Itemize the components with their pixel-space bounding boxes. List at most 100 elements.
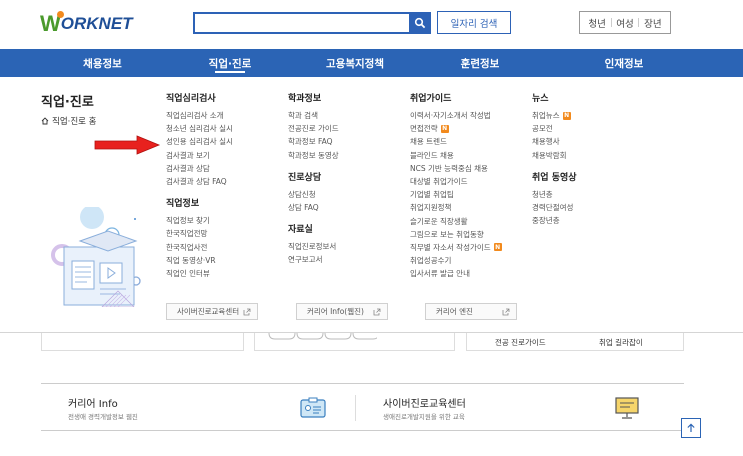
menu-link[interactable]: 취업뉴스 N [532, 109, 577, 122]
link-cyber-career-center[interactable]: 사이버진로교육센터 [166, 303, 258, 320]
main-nav: 채용정보 직업·진로 고용복지정책 훈련정보 인재정보 [0, 49, 743, 77]
menu-link[interactable]: 기업별 취업팁 [410, 188, 502, 201]
audience-selector: 청년 여성 장년 [579, 11, 671, 34]
menu-link[interactable]: 검사결과 상담 FAQ [166, 175, 233, 188]
nav-item-jobs[interactable]: 채용정보 [0, 49, 205, 77]
menu-link[interactable]: 직업인 인터뷰 [166, 267, 233, 280]
shortcut-strip [41, 383, 684, 431]
group-title-job-video[interactable]: 취업 동영상 [532, 170, 577, 183]
menu-link[interactable]: 검사결과 보기 [166, 149, 233, 162]
group-title-counseling[interactable]: 진로상담 [288, 170, 339, 183]
worknet-logo[interactable]: W ORKNET [40, 11, 133, 36]
audience-senior[interactable]: 장년 [644, 16, 661, 30]
menu-link[interactable]: NCS 기반 능력중심 채용 [410, 162, 502, 175]
link-label: 채용 트렌드 [410, 137, 447, 147]
link-label: 취업뉴스 [532, 111, 560, 120]
divider [638, 18, 640, 27]
menu-link[interactable]: 상담 FAQ [288, 201, 339, 214]
menu-link[interactable]: 대상별 취업가이드 [410, 175, 502, 188]
scroll-top-button[interactable] [681, 418, 701, 438]
menu-link[interactable]: 직업진로정보서 [288, 240, 339, 253]
menu-link[interactable]: 한국직업사전 [166, 241, 233, 254]
link-label: 기업별 취업팁 [410, 190, 454, 200]
menu-link[interactable]: 입사서류 발급 안내 [410, 267, 502, 280]
search-icon [414, 17, 426, 29]
group-title-archive[interactable]: 자료실 [288, 222, 339, 235]
menu-link[interactable]: 전공진로 가이드 [288, 122, 339, 135]
menu-link[interactable]: 이력서·자기소개서 작성법 [410, 109, 502, 122]
career-illustration [51, 207, 141, 307]
menu-link[interactable]: 직업심리검사 소개 [166, 109, 233, 122]
menu-link[interactable]: 채용 트렌드 [410, 135, 502, 148]
nav-item-career[interactable]: 직업·진로 [205, 49, 255, 77]
menu-link[interactable]: 슬기로운 직장생활 [410, 215, 502, 228]
menu-link[interactable]: 중장년층 [532, 214, 577, 227]
red-arrow-icon [94, 135, 161, 155]
content-box [254, 333, 455, 351]
tab-job-guide[interactable]: 취업 길라잡이 [599, 337, 643, 348]
link-label: 커리어 Info(웹진) [307, 307, 364, 316]
arrow-up-icon [687, 423, 695, 432]
menu-link[interactable]: 청소년 심리검사 실시 [166, 122, 233, 135]
link-label: 사이버진로교육센터 [177, 307, 240, 316]
menu-link[interactable]: 채용박람회 [532, 149, 577, 162]
group-title-job-guide[interactable]: 취업가이드 [410, 91, 502, 104]
menu-link[interactable]: 직업정보 찾기 [166, 214, 233, 227]
search-input[interactable] [193, 12, 431, 34]
menu-link[interactable]: 학과정보 동영상 [288, 149, 339, 162]
menu-link[interactable]: 한국직업전망 [166, 227, 233, 240]
link-label: NCS 기반 능력중심 채용 [410, 163, 488, 173]
monitor-icon [615, 397, 639, 419]
menu-link[interactable]: 취업지원정책 [410, 201, 502, 214]
link-label: 슬기로운 직장생활 [410, 216, 468, 226]
card-cyber-center-title[interactable]: 사이버진로교육센터 [383, 395, 466, 410]
menu-link[interactable]: 채용행사 [532, 135, 577, 148]
link-career-info-webzine[interactable]: 커리어 Info(웹진) [296, 303, 388, 320]
menu-link-adult-test[interactable]: 성인용 심리검사 실시 [166, 135, 233, 148]
menu-link[interactable]: 청년층 [532, 188, 577, 201]
nav-item-welfare[interactable]: 고용복지정책 [255, 49, 455, 77]
menu-link[interactable]: 학과정보 FAQ [288, 135, 339, 148]
external-link-icon [502, 308, 510, 315]
job-search-button[interactable]: 일자리 검색 [437, 11, 511, 34]
logo-dot [57, 11, 64, 18]
new-badge: N [493, 243, 502, 252]
menu-link[interactable]: 직업 동영상·VR [166, 254, 233, 267]
menu-home-link[interactable]: 직업·진로 홈 [41, 115, 97, 127]
divider [355, 395, 356, 421]
nav-item-training[interactable]: 훈련정보 [455, 49, 505, 77]
menu-link[interactable]: 블라인드 채용 [410, 149, 502, 162]
menu-link[interactable]: 직무별 자소서 작성가이드 N [410, 241, 502, 254]
menu-link[interactable]: 연구보고서 [288, 253, 339, 266]
menu-link[interactable]: 면접전략 N [410, 122, 502, 135]
menu-link[interactable]: 상담신청 [288, 188, 339, 201]
nav-item-talent[interactable]: 인재정보 [505, 49, 743, 77]
external-link-icon [373, 308, 381, 315]
new-badge: N [440, 124, 449, 133]
menu-link[interactable]: 공모전 [532, 122, 577, 135]
menu-link[interactable]: 경력단절여성 [532, 201, 577, 214]
link-label: 면접전략 [410, 124, 438, 134]
menu-link[interactable]: 그림으로 보는 취업동향 [410, 228, 502, 241]
menu-link[interactable]: 취업성공수기 [410, 254, 502, 267]
link-label: 직무별 자소서 작성가이드 [410, 242, 491, 252]
group-title-job-info[interactable]: 직업정보 [166, 196, 233, 209]
carousel-dots [268, 333, 377, 340]
search-button[interactable] [409, 12, 431, 34]
link-label: 입사서류 발급 안내 [410, 269, 470, 279]
card-career-info-title[interactable]: 커리어 Info [68, 395, 118, 410]
audience-women[interactable]: 여성 [616, 16, 633, 30]
tab-major-guide[interactable]: 전공 진로가이드 [495, 337, 546, 348]
link-career-engine[interactable]: 커리어 엔진 [425, 303, 517, 320]
menu-link[interactable]: 학과 검색 [288, 109, 339, 122]
id-card-icon [300, 397, 326, 418]
link-label: 이력서·자기소개서 작성법 [410, 111, 491, 120]
menu-link[interactable]: 검사결과 상담 [166, 162, 233, 175]
menu-col-psych: 직업심리검사 직업심리검사 소개 청소년 심리검사 실시 성인용 심리검사 실시… [166, 91, 233, 280]
link-label: 블라인드 채용 [410, 150, 454, 160]
audience-youth[interactable]: 청년 [588, 16, 605, 30]
group-title-news[interactable]: 뉴스 [532, 91, 577, 104]
external-link-icon [243, 308, 251, 315]
group-title-major-info[interactable]: 학과정보 [288, 91, 339, 104]
group-title-psych-test[interactable]: 직업심리검사 [166, 91, 233, 104]
